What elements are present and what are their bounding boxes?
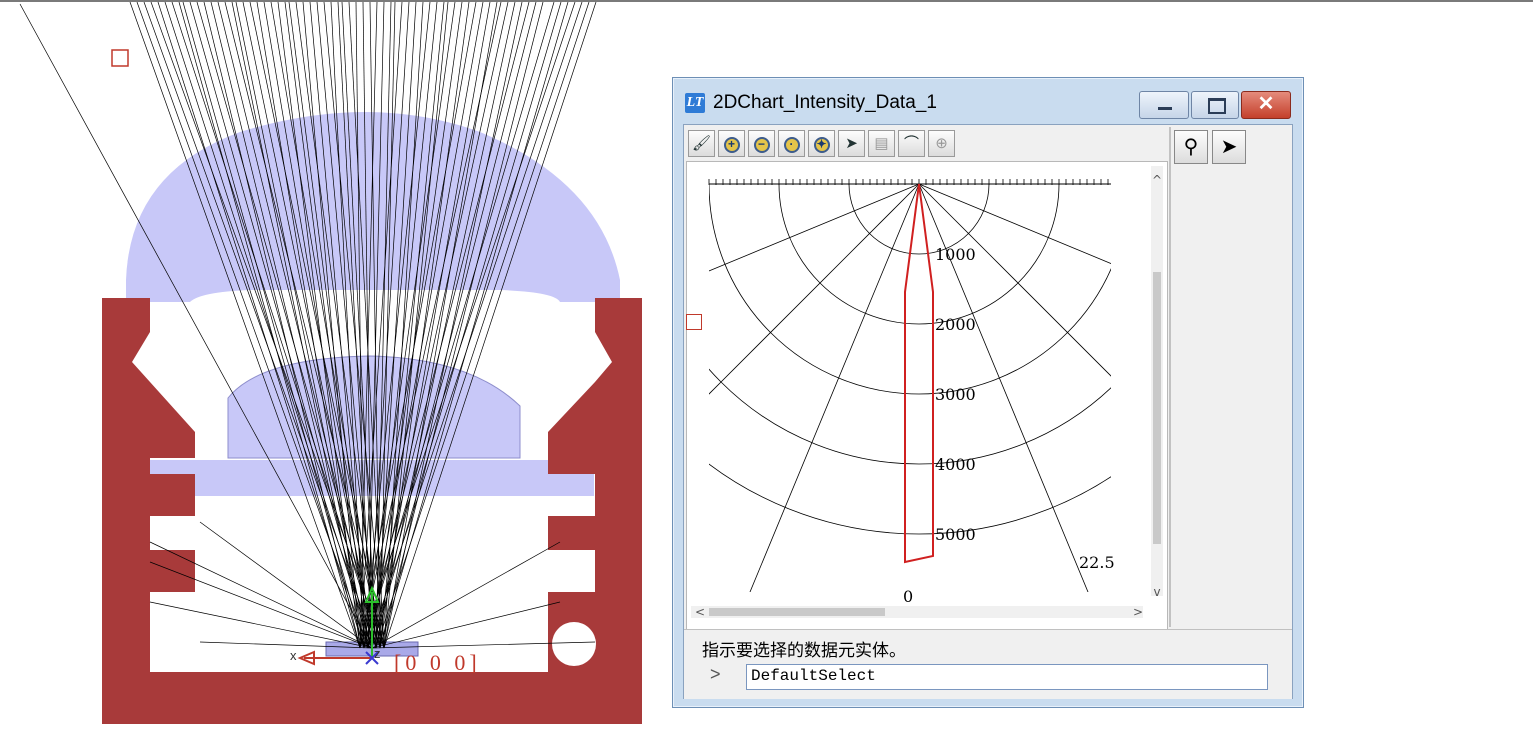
polar-grid-spoke [709,183,920,395]
polar-grid-spoke [749,183,920,592]
app-icon: LT [685,93,705,113]
chart-window[interactable]: LT 2DChart_Intensity_Data_1 ✕ 🖌 + − · ✦ … [672,77,1304,708]
minimize-button[interactable] [1139,91,1189,119]
command-input[interactable]: DefaultSelect [746,664,1268,690]
x-axis-label: x [290,648,297,663]
ray-line [171,2,381,649]
z-axis-label: z [374,646,381,661]
chevron-right-icon: > [710,664,721,684]
ray-line [284,2,369,649]
scroll-down-icon[interactable]: v [1153,585,1160,599]
radial-tick-label: 1000 [935,245,976,264]
chart-client-area: 🖌 + − · ✦ ➤ ▤ ⌒ ⊕ 1000 2000 3000 4000 5000 22… [683,124,1293,699]
ray-line [383,2,498,649]
ray-line [359,2,477,649]
polar-grid-ring [848,183,990,255]
prompt-message: 指示要选择的数据元实体。 [702,641,906,661]
ray-line [302,2,361,649]
window-title: 2DChart_Intensity_Data_1 [713,92,937,113]
screw-slot-left [150,622,194,666]
crosshair-icon[interactable]: ⊕ [928,130,955,157]
ray-line [375,2,590,649]
zoom-window-icon[interactable]: · [778,130,805,157]
brush-icon[interactable]: 🖌 [688,130,715,157]
window-titlebar[interactable]: LT 2DChart_Intensity_Data_1 ✕ [673,78,1303,122]
maximize-icon [1208,98,1226,114]
polar-chart: 1000 2000 3000 4000 5000 22.5 0 ^ v < > [691,166,1163,619]
chart-toolbar: 🖌 + − · ✦ ➤ ▤ ⌒ ⊕ [686,127,1168,161]
origin-coordinate-label: [0 0 0] [394,650,481,675]
radial-tick-label: 2000 [935,315,976,334]
radial-tick-label: 5000 [935,525,976,544]
polar-grid-ring [709,183,1111,395]
ray-line [164,2,373,649]
close-button[interactable]: ✕ [1241,91,1291,119]
angle-label: 22.5 [1079,553,1115,572]
zoom-all-icon[interactable]: ✦ [808,130,835,157]
scroll-left-icon[interactable]: < [695,605,705,619]
zoom-out-icon[interactable]: − [748,130,775,157]
panel-divider [1169,127,1171,627]
ray-line [203,2,361,649]
ray-line [359,2,576,649]
ray-line [231,2,365,649]
polar-labels: 1000 2000 3000 4000 5000 22.5 0 [903,245,1115,606]
ray-line [217,2,377,649]
floor-plate [196,682,548,688]
command-prompt-area: 指示要选择的数据元实体。 > DefaultSelect [684,629,1292,699]
scroll-right-icon[interactable]: > [1133,605,1143,619]
polar-grid-spoke [918,183,1111,264]
ray-line [367,2,484,649]
center-angle-label: 0 [903,587,913,606]
horizontal-scroll-thumb[interactable] [709,608,885,616]
vertical-scroll-thumb[interactable] [1153,272,1161,544]
select-arrow-icon[interactable]: ➤ [838,130,865,157]
polar-tick-ruler [708,179,1111,185]
ray-line [367,2,583,649]
scroll-up-icon[interactable]: ^ [1152,173,1162,187]
polar-plot-area[interactable]: 1000 2000 3000 4000 5000 22.5 0 ^ v < > [686,161,1168,637]
ray-line [379,2,445,649]
polar-grid-ring [709,463,1111,535]
marker-square [111,49,129,67]
text-box-icon[interactable]: ▤ [868,130,895,157]
ray-line [371,2,537,649]
close-icon: ✕ [1257,93,1275,115]
curve-icon[interactable]: ⌒ [898,130,925,157]
3d-viewport[interactable]: x z [0 0 0] [0,2,670,754]
magnifier-icon[interactable]: ⚲ [1174,130,1208,164]
scene-drawing [19,2,642,724]
side-panel: ⚲ ➤ [1172,127,1290,627]
ray-line [371,541,561,649]
pointer-arrow-icon[interactable]: ➤ [1212,130,1246,164]
radial-tick-label: 3000 [935,385,976,404]
screw-slot-right [552,622,596,666]
intensity-curve [904,183,934,564]
ray-line [337,2,373,649]
radial-tick-label: 4000 [935,455,976,474]
minimize-icon [1158,107,1172,110]
zoom-in-icon[interactable]: + [718,130,745,157]
maximize-button[interactable] [1191,91,1239,119]
marker-square-2 [686,314,702,330]
ray-line [371,601,561,649]
